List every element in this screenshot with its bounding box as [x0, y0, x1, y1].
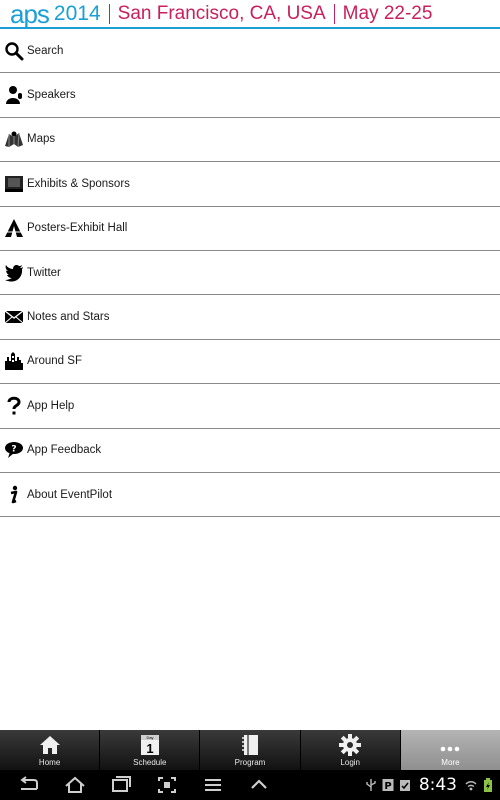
tab-login[interactable]: Login	[300, 730, 401, 770]
menu-item-app-help[interactable]: App Help	[0, 384, 500, 429]
gear-icon	[339, 734, 362, 756]
menu-item-maps[interactable]: Maps	[0, 117, 500, 163]
search-icon	[0, 40, 27, 62]
menu-item-around-sf[interactable]: Around SF	[0, 339, 500, 385]
tab-label: Program	[234, 758, 266, 767]
calendar-day-number: 1	[146, 741, 153, 756]
menu-item-speakers[interactable]: Speakers	[0, 73, 500, 118]
svg-text:P: P	[384, 781, 391, 792]
system-nav-bar: P 8:43	[0, 770, 500, 800]
menu-item-label: App Feedback	[27, 444, 102, 457]
screenshot-button[interactable]	[144, 770, 190, 800]
clock: 8:43	[418, 775, 457, 795]
tab-label: Home	[38, 758, 61, 767]
header-divider	[333, 3, 335, 24]
back-icon	[20, 776, 38, 790]
tab-label: More	[441, 758, 460, 767]
info-icon	[0, 484, 27, 506]
menu-item-label: Exhibits & Sponsors	[27, 177, 130, 190]
parking-icon: P	[382, 779, 394, 792]
bottom-tab-bar: Home Day 1 Schedule Program Login More	[0, 730, 500, 770]
header-dates: May 22-25	[342, 3, 433, 24]
twitter-bird-icon	[0, 262, 27, 284]
menu-item-label: Speakers	[27, 89, 76, 102]
menu-item-label: App Help	[27, 399, 75, 412]
feedback-bubble-icon: ?	[0, 439, 27, 461]
more-dots-icon	[441, 746, 460, 752]
menu-item-label: Notes and Stars	[27, 311, 110, 324]
menu-button[interactable]	[190, 770, 236, 800]
tab-label: Schedule	[133, 758, 167, 767]
question-mark-icon	[0, 395, 27, 417]
header-divider	[108, 3, 110, 24]
tab-schedule[interactable]: Day 1 Schedule	[100, 730, 201, 770]
header-year: 2014	[53, 2, 101, 25]
menu-item-notes[interactable]: Notes and Stars	[0, 295, 500, 340]
envelope-icon	[0, 306, 27, 328]
more-menu-list: Search Speakers Maps Exhibits & Sponsors…	[0, 29, 500, 518]
usb-icon	[366, 779, 376, 791]
menu-item-label: Search	[27, 44, 64, 57]
svg-text:?: ?	[11, 445, 16, 455]
map-icon	[0, 128, 27, 150]
home-nav-icon	[65, 776, 85, 793]
menu-item-about[interactable]: About EventPilot	[0, 472, 500, 518]
status-area[interactable]: P 8:43	[365, 775, 500, 795]
tab-more[interactable]: More	[400, 730, 500, 770]
tab-label: Login	[340, 758, 360, 767]
screenshot-icon	[158, 777, 176, 793]
menu-item-label: Around SF	[27, 355, 82, 368]
expand-button[interactable]	[236, 770, 282, 800]
up-chevron-icon	[251, 779, 267, 789]
recent-apps-icon	[112, 776, 131, 792]
home-nav-button[interactable]	[52, 770, 98, 800]
app-header: aps 2014 San Francisco, CA, USA May 22-2…	[0, 0, 500, 29]
tab-home[interactable]: Home	[0, 730, 101, 770]
menu-item-search[interactable]: Search	[0, 29, 500, 74]
tab-program[interactable]: Program	[200, 730, 301, 770]
wifi-icon	[465, 781, 477, 791]
menu-item-label: Posters-Exhibit Hall	[27, 222, 128, 235]
header-location: San Francisco, CA, USA	[117, 3, 326, 24]
menu-item-label: About EventPilot	[27, 488, 113, 501]
menu-item-twitter[interactable]: Twitter	[0, 250, 500, 296]
aps-logo: aps	[10, 0, 50, 29]
battery-icon	[484, 778, 492, 792]
menu-item-posters[interactable]: Posters-Exhibit Hall	[0, 206, 500, 251]
notebook-icon	[242, 735, 258, 755]
menu-item-label: Twitter	[27, 266, 61, 279]
tent-icon	[0, 217, 27, 239]
exhibit-booth-icon	[0, 173, 27, 195]
back-button[interactable]	[6, 770, 52, 800]
menu-item-label: Maps	[27, 133, 56, 146]
calendar-day-label: Day	[146, 735, 153, 740]
menu-item-app-feedback[interactable]: ? App Feedback	[0, 428, 500, 473]
recent-apps-button[interactable]	[98, 770, 144, 800]
home-icon	[39, 736, 60, 754]
menu-icon	[205, 779, 221, 791]
clipboard-check-icon	[399, 780, 410, 791]
calendar-icon: Day1	[140, 735, 159, 756]
speaker-icon	[0, 84, 27, 106]
city-skyline-icon	[0, 350, 27, 372]
menu-item-exhibits[interactable]: Exhibits & Sponsors	[0, 162, 500, 207]
